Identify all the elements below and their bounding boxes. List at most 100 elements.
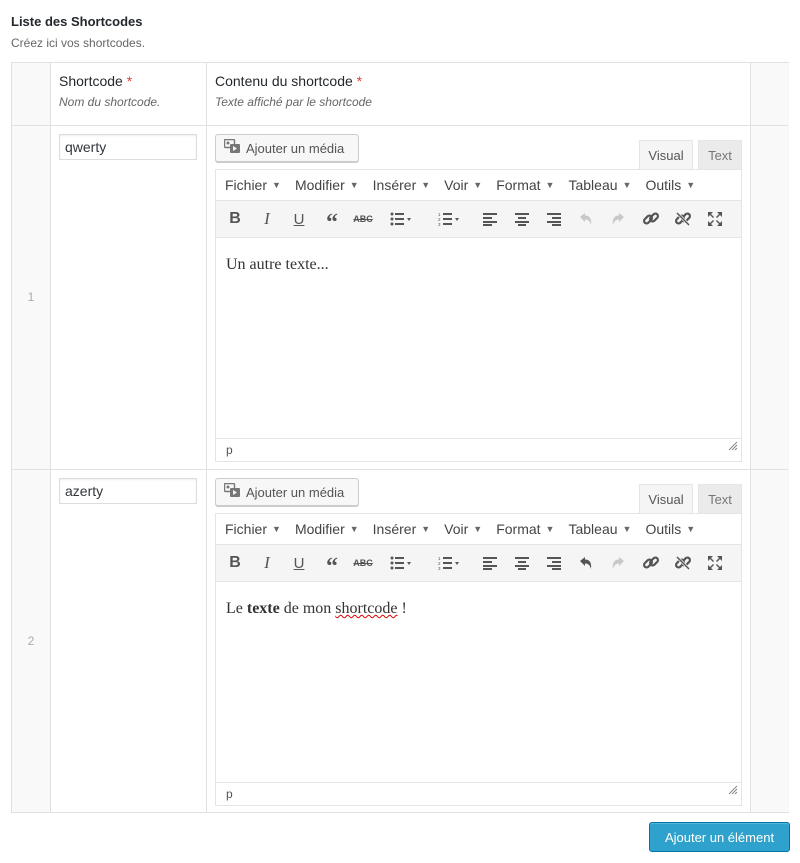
- menu-item-label: Fichier: [225, 177, 268, 193]
- row-number: 1: [27, 290, 35, 304]
- blockquote-icon[interactable]: “: [318, 201, 346, 237]
- tab-text[interactable]: Text: [698, 140, 742, 169]
- menu-item[interactable]: Modifier ▼: [288, 170, 366, 200]
- undo-icon[interactable]: [572, 201, 600, 237]
- unlink-icon[interactable]: [668, 201, 698, 237]
- menu-item[interactable]: Format ▼: [489, 170, 561, 200]
- editor-content-area[interactable]: Un autre texte...: [216, 238, 741, 438]
- menu-item-label: Outils: [645, 177, 682, 193]
- menu-item[interactable]: Outils ▼: [638, 514, 702, 544]
- svg-text:3: 3: [438, 566, 441, 570]
- add-media-button[interactable]: Ajouter un média: [215, 134, 359, 162]
- svg-text:3: 3: [438, 222, 441, 226]
- align-left-icon[interactable]: [476, 545, 504, 581]
- italic-icon[interactable]: I: [254, 545, 280, 581]
- shortcode-name-input[interactable]: [59, 478, 197, 504]
- add-media-button[interactable]: Ajouter un média: [215, 478, 359, 506]
- fullscreen-icon[interactable]: [700, 545, 730, 581]
- caret-down-icon: ▼: [473, 524, 483, 534]
- text-run: Un autre texte...: [226, 256, 329, 273]
- align-center-icon[interactable]: [508, 201, 536, 237]
- content-paragraph: Un autre texte...: [226, 256, 731, 274]
- menu-item[interactable]: Voir ▼: [437, 514, 489, 544]
- unlink-icon[interactable]: [668, 545, 698, 581]
- link-icon[interactable]: [636, 545, 666, 581]
- caret-down-icon: ▼: [272, 524, 281, 534]
- redo-icon[interactable]: [604, 545, 632, 581]
- link-icon[interactable]: [636, 201, 666, 237]
- italic-icon[interactable]: I: [254, 201, 280, 237]
- resize-handle-icon[interactable]: [728, 436, 738, 458]
- tab-visual[interactable]: Visual: [639, 140, 693, 169]
- menu-item[interactable]: Outils ▼: [638, 170, 702, 200]
- caret-down-icon: ▼: [272, 180, 281, 190]
- menu-item[interactable]: Fichier ▼: [218, 514, 288, 544]
- caret-down-icon: ▼: [545, 180, 555, 190]
- text-run: de mon: [279, 600, 336, 617]
- menu-item-label: Format: [496, 521, 541, 537]
- add-media-label: Ajouter un média: [246, 140, 345, 156]
- caret-down-icon: ▼: [622, 180, 632, 190]
- menu-item[interactable]: Insérer ▼: [366, 170, 438, 200]
- underline-icon[interactable]: U: [286, 545, 312, 581]
- menu-item[interactable]: Voir ▼: [437, 170, 489, 200]
- menu-item-label: Voir: [444, 521, 469, 537]
- content-editor: Fichier ▼ Modifier ▼ Insérer ▼ Voir ▼ Format ▼ Tab…: [215, 169, 742, 462]
- tab-text[interactable]: Text: [698, 484, 742, 513]
- undo-icon[interactable]: [572, 545, 600, 581]
- page-description: Créez ici vos shortcodes.: [11, 36, 146, 50]
- bullet-list-icon[interactable]: [382, 201, 420, 237]
- fullscreen-icon[interactable]: [700, 201, 730, 237]
- menu-item-label: Tableau: [568, 177, 618, 193]
- numbered-list-icon[interactable]: 123: [430, 201, 468, 237]
- editor-statusbar: p: [216, 438, 741, 461]
- menu-item-label: Voir: [444, 177, 469, 193]
- caret-down-icon: ▼: [349, 180, 359, 190]
- caret-down-icon: ▼: [421, 180, 431, 190]
- row-number-gutter: [12, 63, 50, 812]
- column-header-content: Contenu du shortcode *: [215, 73, 363, 89]
- media-icon: [223, 482, 241, 501]
- menu-item[interactable]: Insérer ▼: [366, 514, 438, 544]
- caret-down-icon: ▼: [686, 180, 696, 190]
- bullet-list-icon[interactable]: [382, 545, 420, 581]
- blockquote-icon[interactable]: “: [318, 545, 346, 581]
- caret-down-icon: ▼: [349, 524, 359, 534]
- text-run: shortcode: [335, 600, 398, 617]
- shortcode-name-input[interactable]: [59, 134, 197, 160]
- strikethrough-icon[interactable]: ABC: [350, 201, 376, 237]
- tab-visual[interactable]: Visual: [639, 484, 693, 513]
- align-right-icon[interactable]: [540, 201, 568, 237]
- redo-icon[interactable]: [604, 201, 632, 237]
- strikethrough-icon[interactable]: ABC: [350, 545, 376, 581]
- page-title: Liste des Shortcodes: [11, 14, 143, 29]
- row-actions-gutter: [751, 63, 789, 812]
- menu-item[interactable]: Modifier ▼: [288, 514, 366, 544]
- menu-item-label: Insérer: [372, 177, 417, 193]
- row-number: 2: [27, 634, 35, 648]
- shortcodes-table: Shortcode * Nom du shortcode. Contenu du…: [11, 62, 789, 813]
- align-right-icon[interactable]: [540, 545, 568, 581]
- add-element-button[interactable]: Ajouter un élément: [649, 822, 790, 852]
- menu-item[interactable]: Tableau ▼: [561, 514, 638, 544]
- numbered-list-icon[interactable]: 123: [430, 545, 468, 581]
- menu-item-label: Modifier: [294, 521, 345, 537]
- editor-menubar: Fichier ▼ Modifier ▼ Insérer ▼ Voir ▼ Format ▼ Tab…: [216, 170, 741, 201]
- menu-item[interactable]: Tableau ▼: [561, 170, 638, 200]
- column-desc-shortcode: Nom du shortcode.: [59, 95, 161, 109]
- menu-item[interactable]: Fichier ▼: [218, 170, 288, 200]
- menu-item[interactable]: Format ▼: [489, 514, 561, 544]
- bold-icon[interactable]: B: [222, 545, 248, 581]
- element-path[interactable]: p: [226, 787, 233, 801]
- editor-toolbar: B I U “ABC 1 2 3: [216, 201, 741, 238]
- resize-handle-icon[interactable]: [728, 780, 738, 802]
- align-left-icon[interactable]: [476, 201, 504, 237]
- menu-item-label: Outils: [645, 521, 682, 537]
- editor-content-area[interactable]: Le texte de mon shortcode !: [216, 582, 741, 782]
- element-path[interactable]: p: [226, 443, 233, 457]
- align-center-icon[interactable]: [508, 545, 536, 581]
- caret-down-icon: ▼: [686, 524, 696, 534]
- underline-icon[interactable]: U: [286, 201, 312, 237]
- menu-item-label: Fichier: [225, 521, 268, 537]
- bold-icon[interactable]: B: [222, 201, 248, 237]
